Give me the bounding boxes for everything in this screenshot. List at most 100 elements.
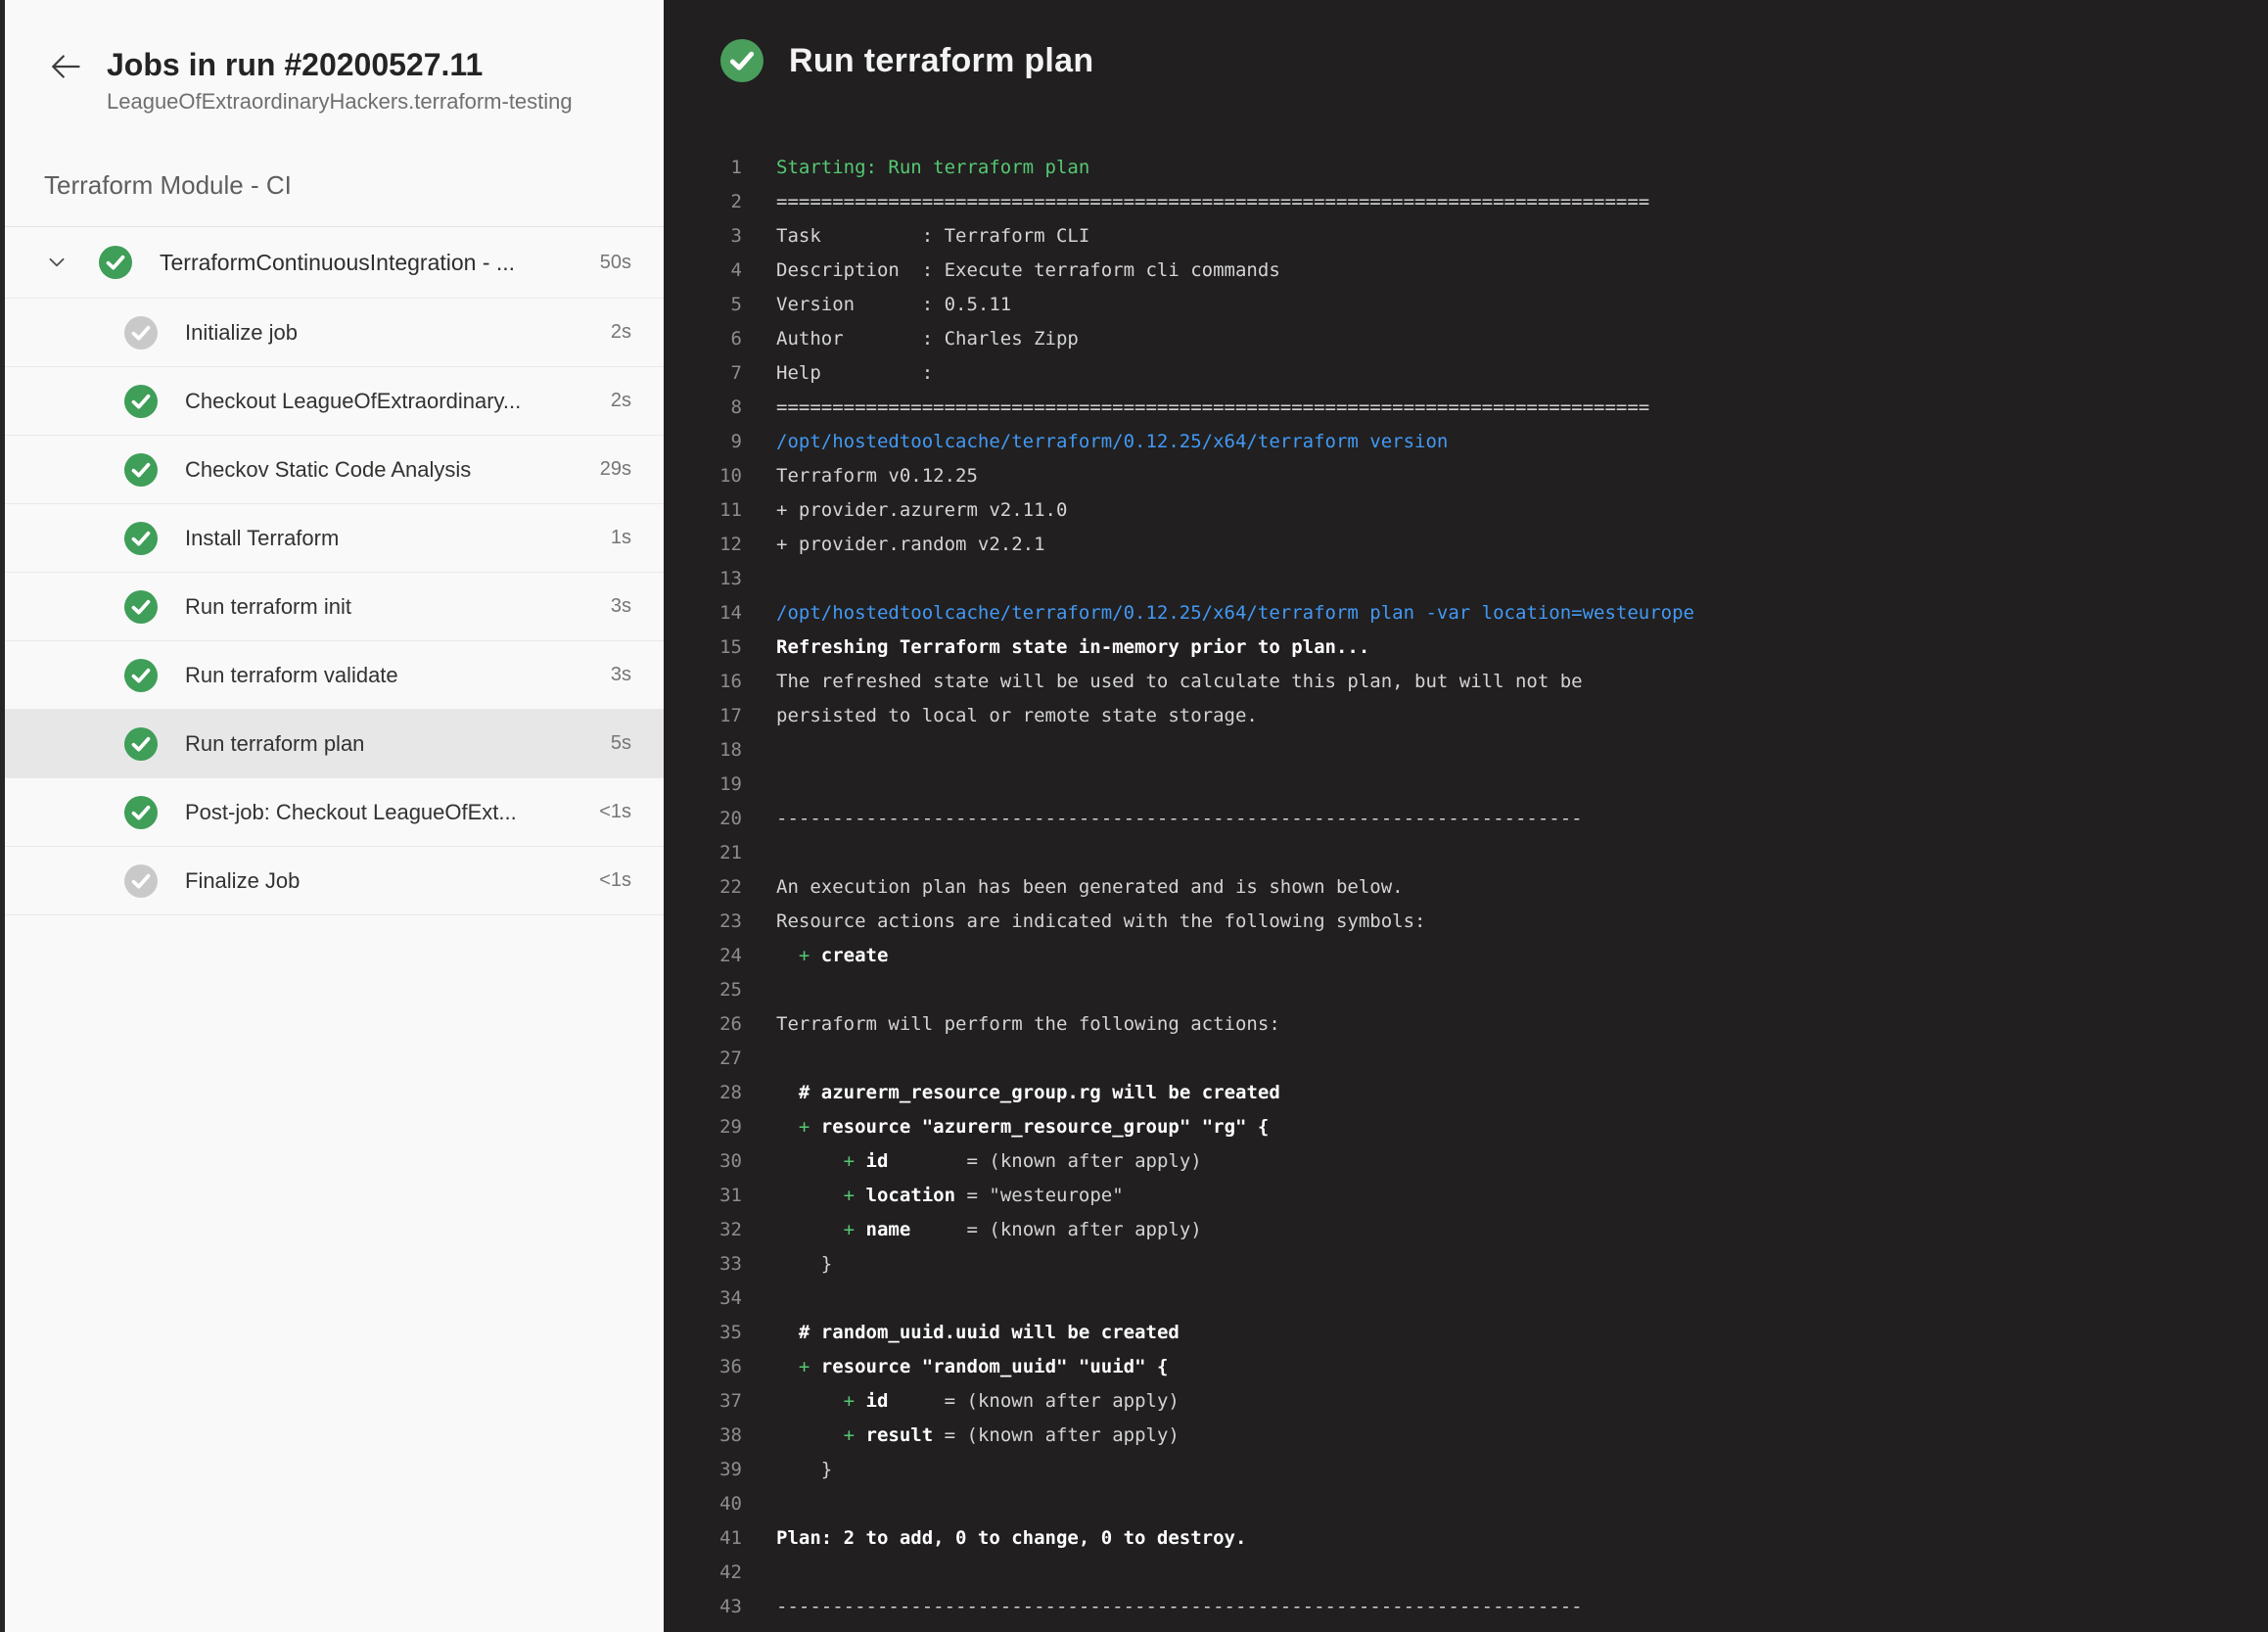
success-check-icon bbox=[124, 727, 158, 761]
log-line-number: 18 bbox=[664, 733, 742, 768]
log-line-number: 29 bbox=[664, 1110, 742, 1144]
job-step-duration: 2s bbox=[611, 321, 631, 344]
log-line: 14/opt/hostedtoolcache/terraform/0.12.25… bbox=[664, 596, 2268, 630]
job-step-duration: 3s bbox=[611, 664, 631, 686]
log-line-text: + id = (known after apply) bbox=[776, 1144, 1202, 1179]
job-step-label: Run terraform init bbox=[185, 594, 599, 620]
job-step-label: Checkov Static Code Analysis bbox=[185, 457, 588, 483]
job-step-row[interactable]: Checkov Static Code Analysis 29s bbox=[5, 436, 664, 504]
log-line-text: Refreshing Terraform state in-memory pri… bbox=[776, 630, 1369, 665]
job-step-label: Run terraform plan bbox=[185, 731, 599, 757]
job-step-row[interactable]: Finalize Job <1s bbox=[5, 847, 664, 915]
job-step-duration: 1s bbox=[611, 527, 631, 549]
log-line-number: 36 bbox=[664, 1350, 742, 1384]
job-step-row[interactable]: Initialize job 2s bbox=[5, 299, 664, 367]
success-check-icon bbox=[124, 590, 158, 624]
log-line: 11 + provider.azurerm v2.11.0 bbox=[664, 493, 2268, 528]
log-line-number: 42 bbox=[664, 1556, 742, 1590]
log-line-text: } bbox=[776, 1247, 832, 1282]
log-line: 33 } bbox=[664, 1247, 2268, 1282]
log-line: 40 bbox=[664, 1487, 2268, 1521]
log-panel-header: Run terraform plan bbox=[664, 0, 2268, 82]
log-line: 3 Task : Terraform CLI bbox=[664, 219, 2268, 254]
log-line-text: + create bbox=[776, 939, 888, 973]
log-line: 28 # azurerm_resource_group.rg will be c… bbox=[664, 1076, 2268, 1110]
log-line-text: Resource actions are indicated with the … bbox=[776, 905, 1425, 939]
sidebar-titles: Jobs in run #20200527.11 LeagueOfExtraor… bbox=[107, 45, 573, 117]
job-step-label: Initialize job bbox=[185, 320, 599, 346]
log-line: 34 bbox=[664, 1282, 2268, 1316]
pipeline-name: LeagueOfExtraordinaryHackers.terraform-t… bbox=[107, 86, 573, 117]
log-line: 5Version : 0.5.11 bbox=[664, 288, 2268, 322]
success-check-icon bbox=[124, 453, 158, 487]
log-line-number: 43 bbox=[664, 1590, 742, 1624]
job-step-label: Finalize Job bbox=[185, 868, 587, 894]
log-line-text: Version : 0.5.11 bbox=[776, 288, 1011, 322]
log-line: 16The refreshed state will be used to ca… bbox=[664, 665, 2268, 699]
log-line-number: 35 bbox=[664, 1316, 742, 1350]
log-line-text: ----------------------------------------… bbox=[776, 1590, 1583, 1624]
log-line-number: 9 bbox=[664, 425, 742, 459]
log-line-text: ----------------------------------------… bbox=[776, 802, 1583, 836]
job-step-row[interactable]: Run terraform validate3s bbox=[5, 641, 664, 710]
stage-section-title: Terraform Module - CI bbox=[44, 170, 664, 201]
log-line-number: 32 bbox=[664, 1213, 742, 1247]
log-line-number: 24 bbox=[664, 939, 742, 973]
log-line-text: An execution plan has been generated and… bbox=[776, 870, 1404, 905]
log-line-number: 11 bbox=[664, 493, 742, 528]
job-step-duration: <1s bbox=[599, 869, 631, 892]
job-step-row[interactable]: Checkout LeagueOfExtraordinary...2s bbox=[5, 367, 664, 436]
log-line-number: 1 bbox=[664, 151, 742, 185]
log-lines: 1Starting: Run terraform plan2==========… bbox=[664, 151, 2268, 1624]
success-check-icon bbox=[720, 39, 764, 82]
stage-row[interactable]: TerraformContinuousIntegration - ... 50s bbox=[5, 226, 664, 299]
log-line: 27 bbox=[664, 1042, 2268, 1076]
log-line: 1Starting: Run terraform plan bbox=[664, 151, 2268, 185]
log-line: 18 bbox=[664, 733, 2268, 768]
log-line-number: 37 bbox=[664, 1384, 742, 1419]
log-line: 37 + id = (known after apply) bbox=[664, 1384, 2268, 1419]
log-line: 31 + location = "westeurope" bbox=[664, 1179, 2268, 1213]
log-line-text: # azurerm_resource_group.rg will be crea… bbox=[776, 1076, 1280, 1110]
log-line: 19 bbox=[664, 768, 2268, 802]
log-line-text: The refreshed state will be used to calc… bbox=[776, 665, 1583, 699]
log-line-text: /opt/hostedtoolcache/terraform/0.12.25/x… bbox=[776, 425, 1448, 459]
log-line: 36 + resource "random_uuid" "uuid" { bbox=[664, 1350, 2268, 1384]
log-line-number: 22 bbox=[664, 870, 742, 905]
log-line: 21 bbox=[664, 836, 2268, 870]
log-line-text: + id = (known after apply) bbox=[776, 1384, 1180, 1419]
success-check-icon bbox=[124, 522, 158, 555]
step-log-title: Run terraform plan bbox=[789, 42, 1093, 80]
job-step-row[interactable]: Run terraform init3s bbox=[5, 573, 664, 641]
log-line-number: 26 bbox=[664, 1007, 742, 1042]
job-step-row[interactable]: Post-job: Checkout LeagueOfExt...<1s bbox=[5, 778, 664, 847]
job-step-label: Post-job: Checkout LeagueOfExt... bbox=[185, 800, 587, 825]
back-arrow-icon[interactable] bbox=[48, 49, 83, 84]
log-line-text: + provider.azurerm v2.11.0 bbox=[776, 493, 1067, 528]
success-check-icon bbox=[124, 659, 158, 692]
log-line-number: 3 bbox=[664, 219, 742, 254]
log-line: 23Resource actions are indicated with th… bbox=[664, 905, 2268, 939]
job-step-label: Install Terraform bbox=[185, 526, 599, 551]
job-step-duration: 29s bbox=[600, 458, 631, 481]
sidebar-header: Jobs in run #20200527.11 LeagueOfExtraor… bbox=[5, 0, 664, 117]
log-line: 38 + result = (known after apply) bbox=[664, 1419, 2268, 1453]
job-step-label: Checkout LeagueOfExtraordinary... bbox=[185, 389, 599, 414]
log-line: 43 --------------------------------------… bbox=[664, 1590, 2268, 1624]
log-line-number: 31 bbox=[664, 1179, 742, 1213]
job-step-row[interactable]: Install Terraform 1s bbox=[5, 504, 664, 573]
log-line-number: 12 bbox=[664, 528, 742, 562]
job-step-row[interactable]: Run terraform plan5s bbox=[5, 710, 664, 778]
log-line-number: 41 bbox=[664, 1521, 742, 1556]
log-line-number: 19 bbox=[664, 768, 742, 802]
jobs-sidebar: Jobs in run #20200527.11 LeagueOfExtraor… bbox=[5, 0, 664, 1632]
log-line-text: ========================================… bbox=[776, 391, 1649, 425]
log-line-number: 38 bbox=[664, 1419, 742, 1453]
log-line: 30 + id = (known after apply) bbox=[664, 1144, 2268, 1179]
log-line-number: 27 bbox=[664, 1042, 742, 1076]
log-line-text: Help : bbox=[776, 356, 933, 391]
chevron-down-icon[interactable] bbox=[46, 252, 68, 273]
log-line-text: Task : Terraform CLI bbox=[776, 219, 1089, 254]
log-line: 4Description : Execute terraform cli com… bbox=[664, 254, 2268, 288]
log-line-number: 30 bbox=[664, 1144, 742, 1179]
